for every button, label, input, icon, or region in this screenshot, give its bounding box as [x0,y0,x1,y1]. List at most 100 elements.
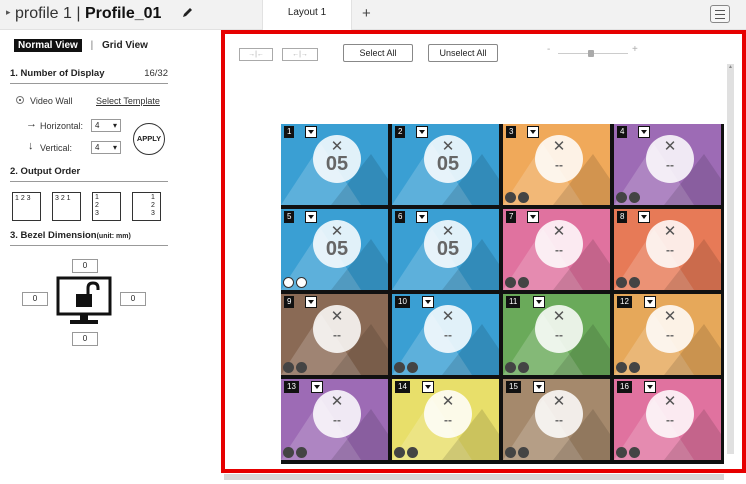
order-option-4[interactable]: 1 2 3 [132,192,161,221]
unselect-all-button[interactable]: Unselect All [428,44,498,62]
order-option-3[interactable]: 1 2 3 [92,192,121,221]
vertical-label: Vertical: [40,143,73,153]
split-cells-icon[interactable]: ←|→ [282,48,318,61]
tab-layout-1[interactable]: Layout 1 [262,0,352,30]
display-cell[interactable]: 14 ✕ -- [392,379,499,460]
bezel-bottom-input[interactable]: 0 [72,332,98,346]
profile-name[interactable]: Profile_01 [85,5,161,22]
speaker-icon[interactable] [394,362,405,373]
pause-icon[interactable] [296,362,307,373]
speaker-icon[interactable] [616,277,627,288]
video-wall-radio[interactable] [16,96,24,104]
pause-icon[interactable] [518,277,529,288]
pause-icon[interactable] [629,362,640,373]
display-cell[interactable]: 4 ✕ -- [614,124,721,205]
zoom-in-button[interactable]: + [632,44,638,55]
order-option-2[interactable]: 3 2 1 [52,192,81,221]
cell-audio-controls [616,277,644,288]
pause-icon[interactable] [407,362,418,373]
horizontal-scrollbar[interactable] [224,474,724,480]
cell-audio-controls [505,362,533,373]
speaker-icon[interactable] [505,192,516,203]
speaker-icon[interactable] [394,447,405,458]
display-cell[interactable]: 6 ✕ 05 [392,209,499,290]
pause-icon[interactable] [518,447,529,458]
pause-icon[interactable] [629,277,640,288]
speaker-icon[interactable] [505,447,516,458]
grid-view-button[interactable]: Grid View [102,40,148,51]
cell-value: -- [555,328,563,342]
section-bezel-dimension: 3. Bezel Dimension(unit: mm) [10,230,168,246]
scroll-up-arrow-icon[interactable]: ▲ [728,64,733,70]
horizontal-label: Horizontal: [40,121,84,131]
display-cell[interactable]: 2 ✕ 05 [392,124,499,205]
display-cell[interactable]: 11 ✕ -- [503,294,610,375]
cell-audio-controls [505,192,533,203]
vertical-select[interactable]: 4 [91,141,121,154]
menu-icon[interactable] [710,5,730,23]
speaker-icon[interactable] [616,447,627,458]
cell-audio-controls [505,277,533,288]
apply-button[interactable]: APPLY [133,123,165,155]
monitor-lock-icon[interactable] [54,276,114,328]
display-cell[interactable]: 13 ✕ -- [281,379,388,460]
speaker-icon[interactable] [616,362,627,373]
pause-icon[interactable] [629,192,640,203]
close-icon: ✕ [441,308,455,325]
vertical-scrollbar[interactable]: ▲ [727,64,734,454]
display-cell[interactable]: 12 ✕ -- [614,294,721,375]
cell-value: -- [666,158,674,172]
section-1-title: 1. Number of Display [10,68,105,79]
cell-number: 14 [395,381,410,393]
display-cell[interactable]: 8 ✕ -- [614,209,721,290]
bezel-top-input[interactable]: 0 [72,259,98,273]
cell-value: -- [555,413,563,427]
display-cell[interactable]: 3 ✕ -- [503,124,610,205]
pause-icon[interactable] [296,277,307,288]
display-cell[interactable]: 5 ✕ 05 [281,209,388,290]
select-all-button[interactable]: Select All [343,44,413,62]
edit-pencil-icon[interactable] [180,6,194,20]
horizontal-select[interactable]: 4 [91,119,121,132]
zoom-slider-knob[interactable] [588,50,594,57]
speaker-icon[interactable] [616,192,627,203]
add-tab-button[interactable]: + [362,5,371,22]
display-cell[interactable]: 1 ✕ 05 [281,124,388,205]
bezel-right-input[interactable]: 0 [120,292,146,306]
speaker-icon[interactable] [283,362,294,373]
cell-audio-controls [616,447,644,458]
cell-number: 15 [506,381,521,393]
bezel-unit: (unit: mm) [96,233,131,240]
cell-number: 5 [284,211,295,223]
zoom-slider[interactable] [558,50,628,57]
speaker-icon[interactable] [283,277,294,288]
merge-cells-icon[interactable]: →|← [239,48,273,61]
view-separator: | [90,40,94,51]
pause-icon[interactable] [407,447,418,458]
order-option-1[interactable]: 1 2 3 [12,192,41,221]
pause-icon[interactable] [629,447,640,458]
zoom-out-button[interactable]: - [547,44,550,55]
display-cell[interactable]: 16 ✕ -- [614,379,721,460]
pause-icon[interactable] [518,362,529,373]
speaker-icon[interactable] [505,362,516,373]
top-bar: ▸ profile 1 | Profile_01 Layout 1 + [0,0,746,30]
display-count: 16/32 [144,68,168,79]
pause-icon[interactable] [518,192,529,203]
normal-view-button[interactable]: Normal View [14,39,82,52]
cell-status-circle: ✕ 05 [313,220,361,268]
display-cell[interactable]: 9 ✕ -- [281,294,388,375]
bezel-left-input[interactable]: 0 [22,292,48,306]
close-icon: ✕ [663,393,677,410]
select-template-link[interactable]: Select Template [96,96,160,106]
expand-triangle-icon[interactable]: ▸ [6,7,11,17]
display-cell[interactable]: 15 ✕ -- [503,379,610,460]
cell-number: 6 [395,211,406,223]
pause-icon[interactable] [296,447,307,458]
cell-audio-controls [283,362,311,373]
close-icon: ✕ [552,308,566,325]
display-cell[interactable]: 7 ✕ -- [503,209,610,290]
display-cell[interactable]: 10 ✕ -- [392,294,499,375]
speaker-icon[interactable] [505,277,516,288]
speaker-icon[interactable] [283,447,294,458]
